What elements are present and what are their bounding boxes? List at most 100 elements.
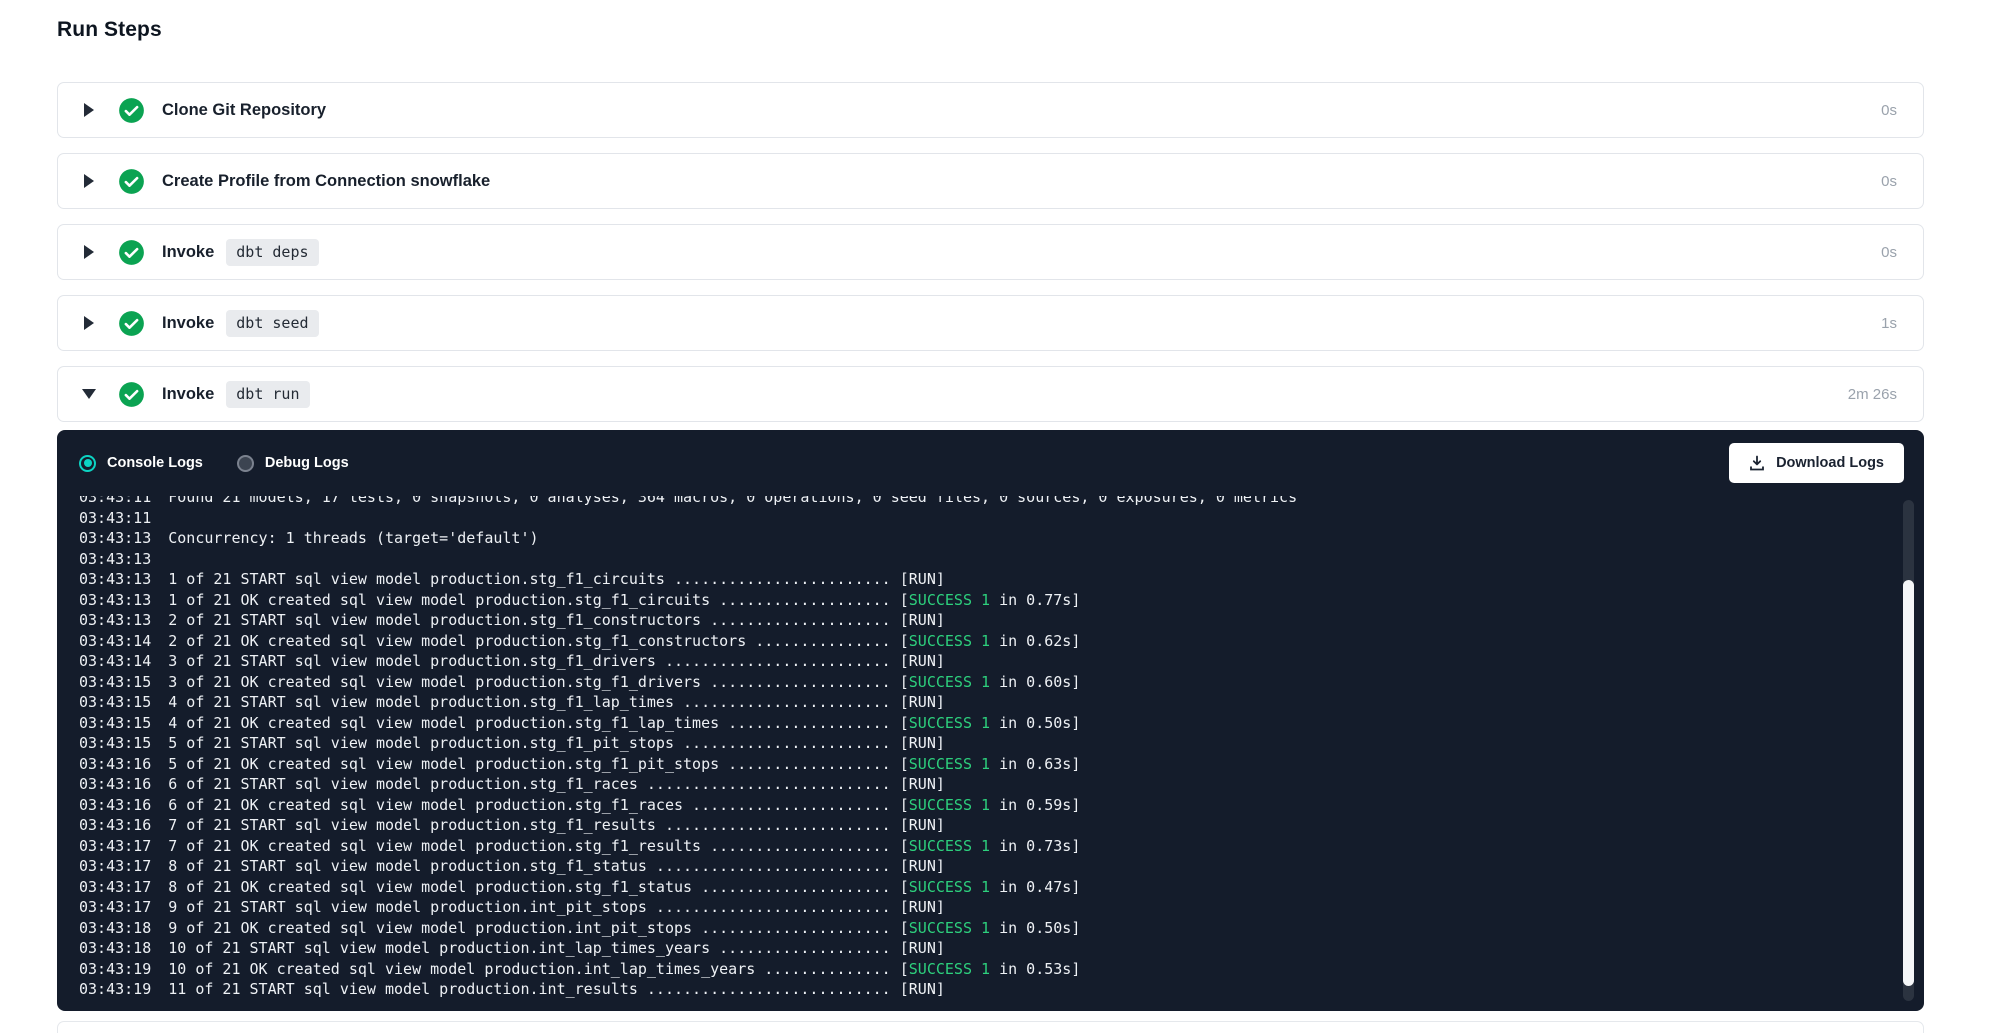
- step-command-badge: dbt run: [226, 381, 309, 408]
- log-timestamp: 03:43:17: [79, 898, 151, 916]
- log-line: 03:43:1911 of 21 START sql view model pr…: [79, 979, 1884, 1000]
- log-timestamp: 03:43:13: [79, 529, 151, 547]
- log-elapsed: in 0.50s]: [990, 919, 1080, 937]
- console-panel: Console Logs Debug Logs Download Logs 03…: [57, 430, 1924, 1011]
- console-logs-label: Console Logs: [107, 455, 203, 471]
- log-line: 03:43:177 of 21 OK created sql view mode…: [79, 836, 1884, 857]
- log-status-success: SUCCESS 1: [909, 673, 990, 691]
- log-line: 03:43:142 of 21 OK created sql view mode…: [79, 631, 1884, 652]
- log-message: 3 of 21 START sql view model production.…: [168, 652, 945, 670]
- step-duration: 1s: [1881, 315, 1897, 332]
- log-timestamp: 03:43:13: [79, 611, 151, 629]
- log-line: 03:43:154 of 21 OK created sql view mode…: [79, 713, 1884, 734]
- log-line: 03:43:13 2 of 21 START sql view model pro…: [79, 610, 1884, 631]
- log-line: 03:43:18 10 of 21 START sql view model pr…: [79, 938, 1884, 959]
- log-status-success: SUCCESS 1: [909, 714, 990, 732]
- download-logs-label: Download Logs: [1776, 455, 1884, 471]
- log-message: 2 of 21 START sql view model production.…: [168, 611, 945, 629]
- log-timestamp: 03:43:19: [79, 960, 151, 978]
- run-step-row[interactable]: Clone Git Repository 0s: [57, 82, 1924, 138]
- log-timestamp: 03:43:15: [79, 693, 151, 711]
- log-timestamp: 03:43:16: [79, 775, 151, 793]
- log-elapsed: in 0.50s]: [990, 714, 1080, 732]
- log-line: 03:43:131 of 21 START sql view model pro…: [79, 569, 1884, 590]
- log-message: 9 of 21 START sql view model production.…: [168, 898, 945, 916]
- log-message: 2 of 21 OK created sql view model produc…: [168, 632, 909, 650]
- log-timestamp: 03:43:11: [79, 496, 151, 506]
- debug-logs-label: Debug Logs: [265, 455, 349, 471]
- log-elapsed: in 0.73s]: [990, 837, 1080, 855]
- next-step-row-partial[interactable]: [57, 1021, 1924, 1033]
- log-message: 8 of 21 OK created sql view model produc…: [168, 878, 909, 896]
- log-elapsed: in 0.59s]: [990, 796, 1080, 814]
- scrollbar-thumb[interactable]: [1903, 580, 1914, 986]
- log-type-tabs: Console Logs Debug Logs: [79, 455, 349, 472]
- step-label: Clone Git Repository: [162, 101, 326, 120]
- log-line: 03:43:178 of 21 START sql view model pro…: [79, 856, 1884, 877]
- log-elapsed: in 0.62s]: [990, 632, 1080, 650]
- log-line: 03:43:15 3 of 21 OK created sql view mode…: [79, 672, 1884, 693]
- step-label: Create Profile from Connection snowflake: [162, 172, 490, 191]
- log-timestamp: 03:43:13: [79, 591, 151, 609]
- log-line: 03:43:13: [79, 549, 1884, 570]
- log-timestamp: 03:43:16: [79, 796, 151, 814]
- log-status-success: SUCCESS 1: [909, 632, 990, 650]
- log-message: Found 21 models, 17 tests, 0 snapshots, …: [168, 496, 1297, 506]
- log-timestamp: 03:43:17: [79, 878, 151, 896]
- caret-icon[interactable]: [82, 174, 96, 188]
- log-timestamp: 03:43:16: [79, 755, 151, 773]
- success-check-icon: [118, 239, 145, 266]
- log-status-success: SUCCESS 1: [909, 591, 990, 609]
- console-log-output[interactable]: 03:43:11 Found 21 models, 17 tests, 0 sna…: [57, 496, 1924, 1011]
- caret-icon[interactable]: [82, 103, 96, 117]
- log-line: 03:43:17 8 of 21 OK created sql view mode…: [79, 877, 1884, 898]
- success-check-icon: [118, 97, 145, 124]
- log-timestamp: 03:43:17: [79, 837, 151, 855]
- log-elapsed: in 0.63s]: [990, 755, 1080, 773]
- success-check-icon: [118, 310, 145, 337]
- run-steps-section: Run Steps Clone Git Repository 0s Create…: [57, 0, 1924, 1033]
- log-timestamp: 03:43:15: [79, 673, 151, 691]
- log-line: 03:43:167 of 21 START sql view model pro…: [79, 815, 1884, 836]
- log-lines: 03:43:11 Found 21 models, 17 tests, 0 sna…: [79, 496, 1884, 1000]
- radio-unselected-icon[interactable]: [237, 455, 254, 472]
- log-line: 03:43:143 of 21 START sql view model pro…: [79, 651, 1884, 672]
- log-line: 03:43:1910 of 21 OK created sql view mod…: [79, 959, 1884, 980]
- log-message: 9 of 21 OK created sql view model produc…: [168, 919, 909, 937]
- log-timestamp: 03:43:18: [79, 939, 151, 957]
- log-status-success: SUCCESS 1: [909, 878, 990, 896]
- run-step-row[interactable]: Invoke dbt run 2m 26s: [57, 366, 1924, 422]
- log-timestamp: 03:43:15: [79, 734, 151, 752]
- log-message: 4 of 21 START sql view model production.…: [168, 693, 945, 711]
- step-command-badge: dbt seed: [226, 310, 318, 337]
- run-step-row[interactable]: Create Profile from Connection snowflake…: [57, 153, 1924, 209]
- log-message: 6 of 21 START sql view model production.…: [168, 775, 945, 793]
- download-icon: [1749, 455, 1765, 471]
- log-message: 1 of 21 OK created sql view model produc…: [168, 591, 909, 609]
- download-logs-button[interactable]: Download Logs: [1729, 443, 1904, 483]
- log-line: 03:43:13 1 of 21 OK created sql view mode…: [79, 590, 1884, 611]
- run-step-row[interactable]: Invoke dbt seed 1s: [57, 295, 1924, 351]
- step-label: Invoke: [162, 385, 214, 404]
- log-timestamp: 03:43:17: [79, 857, 151, 875]
- log-message: 5 of 21 OK created sql view model produc…: [168, 755, 909, 773]
- run-step-row[interactable]: Invoke dbt deps 0s: [57, 224, 1924, 280]
- log-message: 6 of 21 OK created sql view model produc…: [168, 796, 909, 814]
- debug-logs-radio[interactable]: Debug Logs: [237, 455, 349, 472]
- console-logs-radio[interactable]: Console Logs: [79, 455, 203, 472]
- caret-icon[interactable]: [82, 316, 96, 330]
- log-status-success: SUCCESS 1: [909, 837, 990, 855]
- log-message: 3 of 21 OK created sql view model produc…: [168, 673, 909, 691]
- log-timestamp: 03:43:13: [79, 550, 151, 568]
- log-status-success: SUCCESS 1: [909, 796, 990, 814]
- log-timestamp: 03:43:18: [79, 919, 151, 937]
- log-message: 11 of 21 START sql view model production…: [168, 980, 945, 998]
- log-message: 10 of 21 START sql view model production…: [168, 939, 945, 957]
- radio-selected-icon[interactable]: [79, 455, 96, 472]
- log-line: 03:43:16 5 of 21 OK created sql view mode…: [79, 754, 1884, 775]
- log-message: 5 of 21 START sql view model production.…: [168, 734, 945, 752]
- scrollbar-track[interactable]: [1903, 500, 1914, 1001]
- caret-icon[interactable]: [82, 245, 96, 259]
- step-label: Invoke: [162, 243, 214, 262]
- caret-icon[interactable]: [82, 387, 96, 401]
